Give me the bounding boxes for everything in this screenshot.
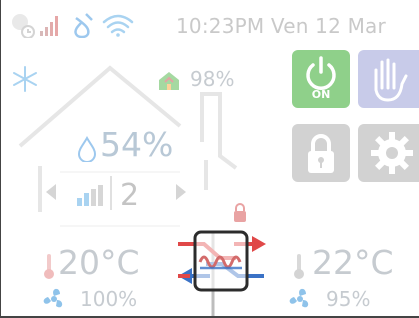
power-button[interactable]: ON bbox=[292, 50, 350, 108]
fan-speed-bars-icon bbox=[77, 185, 103, 206]
stop-button[interactable] bbox=[358, 50, 419, 108]
chevron-right-icon bbox=[176, 184, 186, 200]
fan-speed-divider bbox=[110, 176, 112, 210]
fan-speed-increase-button[interactable] bbox=[172, 180, 190, 208]
thermometer-icon bbox=[294, 254, 304, 279]
chevron-left-icon bbox=[46, 184, 56, 200]
exhaust-fan-value: 95% bbox=[326, 287, 371, 311]
outdoor-humidity-value: 98% bbox=[190, 67, 235, 91]
indoor-humidity-value: 54% bbox=[100, 125, 174, 164]
lock-button[interactable] bbox=[292, 124, 350, 182]
heat-exchanger-icon[interactable] bbox=[176, 228, 268, 296]
frame-left-edge bbox=[0, 0, 1, 318]
supply-fan-value: 100% bbox=[80, 287, 138, 311]
gear-icon bbox=[371, 132, 413, 174]
exhaust-fan-icon bbox=[289, 288, 309, 308]
settings-button[interactable] bbox=[358, 124, 419, 182]
thermometer-icon bbox=[44, 254, 54, 279]
lock-small-icon bbox=[234, 203, 246, 222]
outdoor-temperature-value: 22°C bbox=[312, 243, 394, 282]
house-humidity-icon bbox=[159, 72, 179, 90]
fan-speed-decrease-button[interactable] bbox=[42, 180, 60, 210]
indoor-temperature-value: 20°C bbox=[58, 243, 140, 282]
humidity-drop-icon bbox=[77, 136, 97, 162]
hand-stop-icon bbox=[374, 58, 408, 102]
supply-fan-icon bbox=[43, 288, 63, 308]
power-status-label: ON bbox=[311, 88, 331, 101]
fan-speed-value: 2 bbox=[120, 178, 140, 213]
lock-icon bbox=[308, 134, 334, 173]
